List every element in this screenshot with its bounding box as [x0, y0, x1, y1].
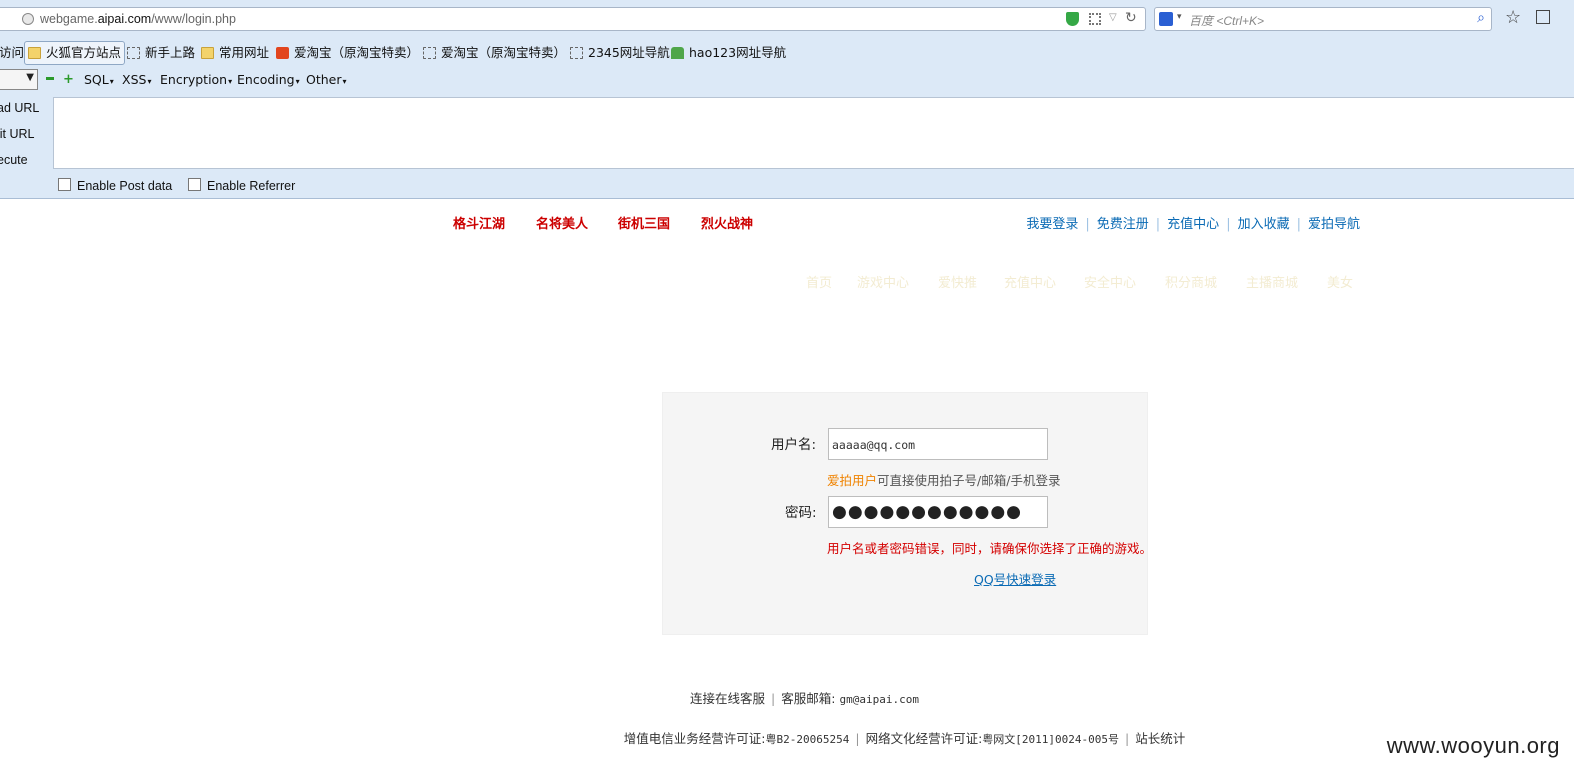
email-label: 客服邮箱:: [781, 691, 836, 706]
globe-icon: [22, 13, 34, 25]
login-link[interactable]: 我要登录: [1026, 217, 1078, 232]
checkbox[interactable]: [58, 178, 71, 191]
enable-post-checkbox[interactable]: Enable Post data: [58, 178, 172, 193]
email-value: gm@aipai.com: [839, 693, 919, 706]
icp-label: 增值电信业务经营许可证:: [623, 731, 766, 746]
enable-referrer-checkbox[interactable]: Enable Referrer: [188, 178, 295, 193]
chevron-down-icon: ▼: [26, 72, 34, 83]
bookmark-item[interactable]: 新手上路: [127, 41, 195, 65]
password-label: 密码:: [785, 505, 817, 521]
execute-button[interactable]: ecute: [0, 153, 28, 167]
bookmark-item[interactable]: 常用网址: [201, 41, 269, 65]
plus-icon[interactable]: +: [63, 72, 74, 87]
bookmark-label: 常用网址: [219, 45, 270, 60]
bookmark-label: 爱淘宝（原淘宝特卖）: [294, 45, 420, 60]
shield-icon[interactable]: [1066, 12, 1079, 26]
top-links: 我要登录 | 免费注册 | 充值中心 | 加入收藏 | 爱拍导航: [1026, 217, 1360, 232]
nav-item[interactable]: 美女: [1327, 272, 1353, 291]
footer-license: 增值电信业务经营许可证:粤B2-20065254 | 网络文化经营许可证:粤网文[2…: [623, 731, 1186, 746]
bookmark-item[interactable]: hao123网址导航: [671, 41, 786, 65]
split-url-button[interactable]: lit URL: [0, 127, 35, 141]
username-input[interactable]: aaaaa@qq.com: [828, 428, 1048, 460]
login-hint: 爱拍用户可直接使用拍子号/邮箱/手机登录: [827, 470, 1060, 489]
recharge-link[interactable]: 充值中心: [1167, 217, 1219, 232]
chevron-down-icon[interactable]: ▾: [1177, 12, 1182, 22]
nav-item[interactable]: 安全中心: [1084, 272, 1136, 291]
search-bar[interactable]: ▾ 百度 <Ctrl+K> ⌕: [1154, 7, 1492, 31]
game-link-4[interactable]: 烈火战神: [701, 213, 753, 232]
url-bar[interactable]: webgame.aipai.com/www/login.php ▽ ↻: [0, 7, 1146, 31]
load-url-button[interactable]: ad URL: [0, 101, 39, 115]
blank-page-icon: [570, 47, 583, 59]
search-placeholder[interactable]: 百度 <Ctrl+K>: [1189, 12, 1264, 29]
watermark: www.wooyun.org: [1386, 733, 1560, 758]
blank-page-icon: [423, 47, 436, 59]
culture-label: 网络文化经营许可证:: [865, 731, 983, 746]
blank-page-icon: [127, 47, 140, 59]
username-label: 用户名:: [771, 437, 817, 453]
reading-list-icon[interactable]: [1536, 10, 1550, 24]
bookmark-label: 火狐官方站点: [46, 45, 122, 60]
hackbar-select[interactable]: ▼: [0, 69, 38, 90]
username-value: aaaaa@qq.com: [832, 438, 916, 452]
error-message: 用户名或者密码错误，同时，请确保你选择了正确的游戏。: [827, 541, 1153, 556]
minus-icon[interactable]: [46, 77, 54, 80]
reload-icon[interactable]: ↻: [1125, 10, 1137, 26]
online-service-link[interactable]: 连接在线客服: [690, 691, 765, 706]
qr-code-icon[interactable]: [1089, 13, 1101, 25]
nav-item[interactable]: 积分商城: [1165, 272, 1217, 291]
game-link-2[interactable]: 名将美人: [536, 213, 588, 232]
folder-icon: [28, 47, 41, 59]
dropdown-icon[interactable]: ▽: [1109, 12, 1117, 23]
hackbar-menu-sql[interactable]: SQL: [84, 72, 114, 87]
search-icon[interactable]: ⌕: [1477, 10, 1485, 26]
bookmark-item[interactable]: 火狐官方站点: [24, 41, 126, 65]
bookmark-item[interactable]: 爱淘宝（原淘宝特卖）: [276, 41, 419, 65]
browser-chrome: webgame.aipai.com/www/login.php ▽ ↻ ▾ 百度…: [0, 0, 1574, 199]
icp-value: 粤B2-20065254: [765, 733, 850, 746]
nav-item[interactable]: 主播商城: [1246, 272, 1298, 291]
hackbar-menu-encryption[interactable]: Encryption: [160, 72, 232, 87]
url-text[interactable]: webgame.aipai.com/www/login.php: [40, 12, 236, 26]
taobao-icon: [276, 47, 289, 59]
nav-item[interactable]: 爱快推: [938, 272, 977, 291]
bookmark-label: 新手上路: [145, 45, 196, 60]
hackbar-menu-encoding[interactable]: Encoding: [237, 72, 300, 87]
hint-highlight: 爱拍用户: [827, 473, 878, 488]
bookmark-label: 访问: [0, 45, 25, 60]
bookmark-label: 爱淘宝（原淘宝特卖）: [441, 45, 567, 60]
hackbar-menu-xss[interactable]: XSS: [122, 72, 151, 87]
favorite-link[interactable]: 加入收藏: [1238, 217, 1290, 232]
checkbox-label: Enable Post data: [77, 179, 173, 193]
game-link-3[interactable]: 街机三国: [618, 213, 670, 232]
footer-contact: 连接在线客服 | 客服邮箱: gm@aipai.com: [690, 691, 919, 706]
bookmark-label: 2345网址导航: [588, 45, 670, 60]
baidu-icon[interactable]: [1159, 12, 1173, 26]
hint-text: 可直接使用拍子号/邮箱/手机登录: [877, 473, 1061, 488]
aipai-nav-link[interactable]: 爱拍导航: [1308, 217, 1360, 232]
bookmark-item[interactable]: 访问: [0, 41, 24, 65]
checkbox[interactable]: [188, 178, 201, 191]
bookmark-item[interactable]: 2345网址导航: [570, 41, 670, 65]
culture-value: 粤网文[2011]0024-005号: [982, 733, 1119, 746]
hackbar-url-textarea[interactable]: [53, 97, 1574, 169]
bookmark-star-icon[interactable]: ☆: [1505, 7, 1521, 28]
checkbox-label: Enable Referrer: [207, 179, 296, 193]
qq-login-link[interactable]: QQ号快速登录: [974, 569, 1056, 588]
nav-item[interactable]: 首页: [806, 272, 832, 291]
password-value: ●●●●●●●●●●●●: [832, 502, 1023, 522]
bookmark-item[interactable]: 爱淘宝（原淘宝特卖）: [423, 41, 566, 65]
hackbar-menu-other[interactable]: Other: [306, 72, 347, 87]
nav-item[interactable]: 充值中心: [1004, 272, 1056, 291]
bookmark-label: hao123网址导航: [689, 45, 787, 60]
game-link-1[interactable]: 格斗江湖: [453, 213, 505, 232]
folder-icon: [201, 47, 214, 59]
hao123-icon: [671, 47, 684, 59]
register-link[interactable]: 免费注册: [1097, 217, 1149, 232]
password-input[interactable]: ●●●●●●●●●●●●: [828, 496, 1048, 528]
stats-link[interactable]: 站长统计: [1135, 731, 1185, 746]
nav-item[interactable]: 游戏中心: [857, 272, 909, 291]
